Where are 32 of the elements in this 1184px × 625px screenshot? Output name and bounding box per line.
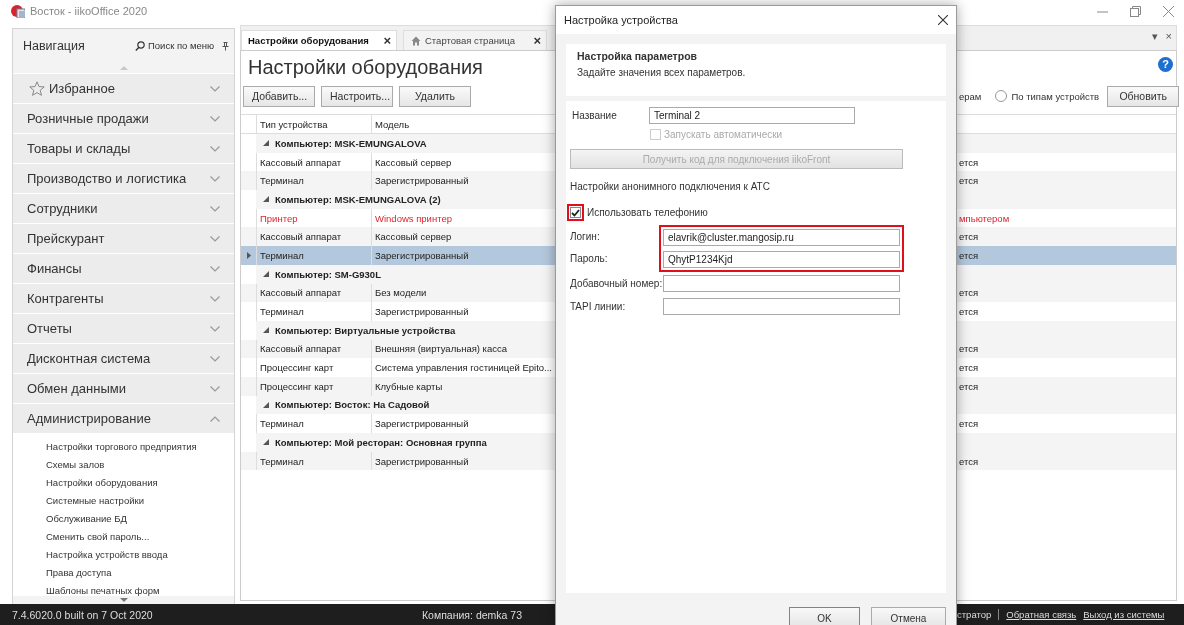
field-label: Логин: <box>570 230 601 244</box>
table-cell: Терминал <box>256 451 371 471</box>
radio-label: ерам <box>959 90 982 102</box>
table-cell: Терминал <box>256 302 371 321</box>
table-cell: Терминал <box>256 246 371 265</box>
checkbox-label: Использовать телефонию <box>587 207 708 218</box>
table-cell-text: ется <box>958 174 980 189</box>
table-cell-text: ется <box>958 230 980 245</box>
page-title: Настройки оборудования <box>247 55 483 80</box>
table-cell-text: ется <box>958 155 980 170</box>
table-cell-text: ется <box>958 305 980 320</box>
panel-title: Навигация <box>23 39 85 53</box>
column-header: Тип устройства <box>256 115 371 133</box>
window-title: Восток - iikoOffice 2020 <box>30 5 148 17</box>
version-text: 7.4.6020.0 built on 7 Oct 2020 <box>12 608 154 621</box>
section-label: Настройки анонимного подключения к АТС <box>570 181 771 192</box>
section-heading: Настройка параметров <box>577 50 699 62</box>
table-cell-text: мпьютером <box>958 211 1011 226</box>
table-cell: Процессинг карт <box>256 376 371 396</box>
instruction-text: Задайте значения всех параметров. <box>577 67 747 78</box>
table-cell-text: ется <box>958 286 980 301</box>
dialog-title: Настройка устройства <box>564 14 679 26</box>
table-cell-text: ется <box>958 248 980 263</box>
field-label: TAPI линии: <box>570 301 627 312</box>
table-cell-text: ется <box>958 454 980 469</box>
table-cell-text: ется <box>958 361 980 376</box>
table-cell-text: ется <box>958 417 980 432</box>
table-cell-text: ется <box>958 379 980 394</box>
table-cell-text: ется <box>958 342 980 357</box>
field-label: Пароль: <box>570 252 609 266</box>
table-cell: Процессинг карт <box>256 358 371 377</box>
company-text: Компания: demka 73 <box>422 608 522 621</box>
